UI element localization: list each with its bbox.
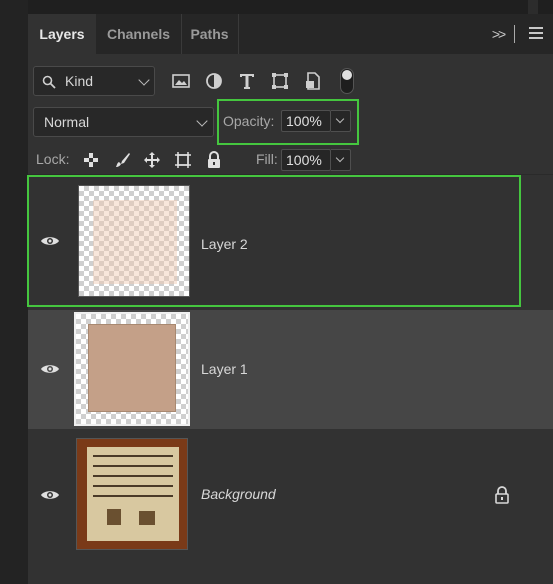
lock-position-icon[interactable] xyxy=(143,151,161,169)
layer-lock-icon[interactable] xyxy=(494,486,510,504)
adjustment-filter-icon[interactable] xyxy=(204,71,224,91)
filter-toggle-switch[interactable] xyxy=(340,68,354,94)
smart-object-filter-icon[interactable] xyxy=(303,71,323,91)
fill-value: 100% xyxy=(286,152,322,168)
opacity-field[interactable]: 100% xyxy=(281,110,331,132)
opacity-dropdown-button[interactable] xyxy=(331,110,351,132)
search-icon xyxy=(42,75,56,89)
shape-filter-icon[interactable] xyxy=(270,71,290,91)
filter-kind-label: Kind xyxy=(65,73,94,89)
layer-row-background[interactable]: Background xyxy=(28,430,553,554)
lock-all-icon[interactable] xyxy=(205,151,223,169)
lock-transparent-pixels-icon[interactable] xyxy=(82,151,100,169)
visibility-eye-icon[interactable] xyxy=(40,362,60,376)
chevron-down-icon xyxy=(196,115,208,127)
visibility-eye-icon[interactable] xyxy=(40,488,60,502)
opacity-value: 100% xyxy=(286,113,322,129)
layer-2-highlight-box xyxy=(27,175,521,307)
blend-mode-value: Normal xyxy=(44,114,90,130)
fill-dropdown-button[interactable] xyxy=(331,149,351,171)
blend-mode-dropdown[interactable]: Normal xyxy=(33,107,214,137)
lock-artboard-icon[interactable] xyxy=(174,151,192,169)
image-filter-icon[interactable] xyxy=(171,71,191,91)
layer-thumbnail-background xyxy=(76,438,188,550)
layer-name[interactable]: Background xyxy=(201,486,276,502)
type-filter-icon[interactable] xyxy=(237,71,257,91)
filter-kind-dropdown[interactable]: Kind xyxy=(33,66,155,96)
layer-thumbnail-layer-1 xyxy=(74,312,190,426)
lock-image-pixels-icon[interactable] xyxy=(114,151,132,169)
chevron-down-icon xyxy=(335,153,345,163)
fill-label: Fill: xyxy=(256,151,278,167)
lock-label: Lock: xyxy=(36,151,70,167)
layer-name[interactable]: Layer 1 xyxy=(201,361,248,377)
opacity-label: Opacity: xyxy=(223,113,275,129)
layer-row-layer-1[interactable]: Layer 1 xyxy=(28,310,553,429)
fill-field[interactable]: 100% xyxy=(281,149,331,171)
chevron-down-icon xyxy=(335,114,345,124)
chevron-down-icon xyxy=(138,74,150,86)
